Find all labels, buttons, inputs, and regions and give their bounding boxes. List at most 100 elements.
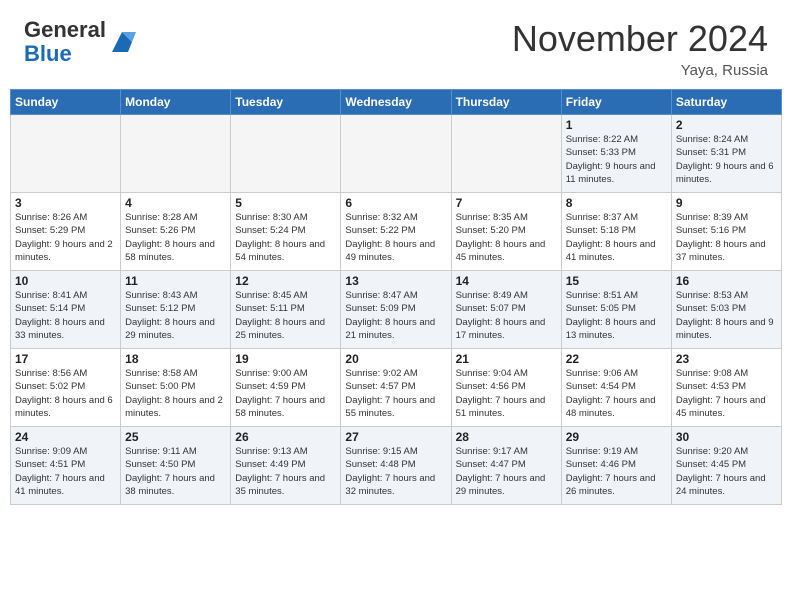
table-row: 23Sunrise: 9:08 AM Sunset: 4:53 PM Dayli…: [671, 349, 781, 427]
header-sunday: Sunday: [11, 90, 121, 115]
day-info: Sunrise: 8:51 AM Sunset: 5:05 PM Dayligh…: [566, 289, 667, 342]
logo-general: General: [24, 17, 106, 42]
table-row: 11Sunrise: 8:43 AM Sunset: 5:12 PM Dayli…: [121, 271, 231, 349]
day-info: Sunrise: 8:53 AM Sunset: 5:03 PM Dayligh…: [676, 289, 777, 342]
table-row: 1Sunrise: 8:22 AM Sunset: 5:33 PM Daylig…: [561, 115, 671, 193]
day-number: 5: [235, 196, 336, 210]
day-number: 10: [15, 274, 116, 288]
table-row: 6Sunrise: 8:32 AM Sunset: 5:22 PM Daylig…: [341, 193, 451, 271]
day-number: 15: [566, 274, 667, 288]
table-row: [11, 115, 121, 193]
day-info: Sunrise: 9:20 AM Sunset: 4:45 PM Dayligh…: [676, 445, 777, 498]
table-row: 5Sunrise: 8:30 AM Sunset: 5:24 PM Daylig…: [231, 193, 341, 271]
day-info: Sunrise: 9:02 AM Sunset: 4:57 PM Dayligh…: [345, 367, 446, 420]
day-number: 30: [676, 430, 777, 444]
day-info: Sunrise: 8:45 AM Sunset: 5:11 PM Dayligh…: [235, 289, 336, 342]
day-info: Sunrise: 9:09 AM Sunset: 4:51 PM Dayligh…: [15, 445, 116, 498]
table-row: 27Sunrise: 9:15 AM Sunset: 4:48 PM Dayli…: [341, 427, 451, 505]
table-row: 2Sunrise: 8:24 AM Sunset: 5:31 PM Daylig…: [671, 115, 781, 193]
table-row: 14Sunrise: 8:49 AM Sunset: 5:07 PM Dayli…: [451, 271, 561, 349]
table-row: 26Sunrise: 9:13 AM Sunset: 4:49 PM Dayli…: [231, 427, 341, 505]
day-info: Sunrise: 8:24 AM Sunset: 5:31 PM Dayligh…: [676, 133, 777, 186]
month-year: November 2024: [512, 18, 768, 60]
day-info: Sunrise: 8:58 AM Sunset: 5:00 PM Dayligh…: [125, 367, 226, 420]
calendar-table: Sunday Monday Tuesday Wednesday Thursday…: [10, 89, 782, 505]
day-number: 20: [345, 352, 446, 366]
day-info: Sunrise: 9:04 AM Sunset: 4:56 PM Dayligh…: [456, 367, 557, 420]
table-row: 15Sunrise: 8:51 AM Sunset: 5:05 PM Dayli…: [561, 271, 671, 349]
table-row: [231, 115, 341, 193]
day-number: 25: [125, 430, 226, 444]
table-row: 20Sunrise: 9:02 AM Sunset: 4:57 PM Dayli…: [341, 349, 451, 427]
header-monday: Monday: [121, 90, 231, 115]
day-number: 2: [676, 118, 777, 132]
day-number: 9: [676, 196, 777, 210]
table-row: [121, 115, 231, 193]
day-info: Sunrise: 8:43 AM Sunset: 5:12 PM Dayligh…: [125, 289, 226, 342]
table-row: 22Sunrise: 9:06 AM Sunset: 4:54 PM Dayli…: [561, 349, 671, 427]
day-number: 18: [125, 352, 226, 366]
table-row: 12Sunrise: 8:45 AM Sunset: 5:11 PM Dayli…: [231, 271, 341, 349]
header-saturday: Saturday: [671, 90, 781, 115]
day-info: Sunrise: 9:13 AM Sunset: 4:49 PM Dayligh…: [235, 445, 336, 498]
day-number: 11: [125, 274, 226, 288]
day-number: 13: [345, 274, 446, 288]
table-row: 17Sunrise: 8:56 AM Sunset: 5:02 PM Dayli…: [11, 349, 121, 427]
location: Yaya, Russia: [512, 62, 768, 79]
table-row: [341, 115, 451, 193]
day-info: Sunrise: 9:11 AM Sunset: 4:50 PM Dayligh…: [125, 445, 226, 498]
day-info: Sunrise: 9:19 AM Sunset: 4:46 PM Dayligh…: [566, 445, 667, 498]
day-info: Sunrise: 8:28 AM Sunset: 5:26 PM Dayligh…: [125, 211, 226, 264]
table-row: 29Sunrise: 9:19 AM Sunset: 4:46 PM Dayli…: [561, 427, 671, 505]
title-block: November 2024 Yaya, Russia: [512, 18, 768, 79]
day-number: 1: [566, 118, 667, 132]
day-info: Sunrise: 9:00 AM Sunset: 4:59 PM Dayligh…: [235, 367, 336, 420]
day-info: Sunrise: 9:15 AM Sunset: 4:48 PM Dayligh…: [345, 445, 446, 498]
table-row: 19Sunrise: 9:00 AM Sunset: 4:59 PM Dayli…: [231, 349, 341, 427]
day-number: 7: [456, 196, 557, 210]
day-number: 14: [456, 274, 557, 288]
table-row: 10Sunrise: 8:41 AM Sunset: 5:14 PM Dayli…: [11, 271, 121, 349]
calendar-header-row: Sunday Monday Tuesday Wednesday Thursday…: [11, 90, 782, 115]
calendar-week-row: 24Sunrise: 9:09 AM Sunset: 4:51 PM Dayli…: [11, 427, 782, 505]
day-info: Sunrise: 8:41 AM Sunset: 5:14 PM Dayligh…: [15, 289, 116, 342]
calendar-week-row: 10Sunrise: 8:41 AM Sunset: 5:14 PM Dayli…: [11, 271, 782, 349]
logo-icon: [108, 28, 136, 56]
header-thursday: Thursday: [451, 90, 561, 115]
day-info: Sunrise: 8:56 AM Sunset: 5:02 PM Dayligh…: [15, 367, 116, 420]
day-number: 12: [235, 274, 336, 288]
day-number: 19: [235, 352, 336, 366]
day-info: Sunrise: 8:39 AM Sunset: 5:16 PM Dayligh…: [676, 211, 777, 264]
header-wednesday: Wednesday: [341, 90, 451, 115]
day-number: 21: [456, 352, 557, 366]
calendar-week-row: 17Sunrise: 8:56 AM Sunset: 5:02 PM Dayli…: [11, 349, 782, 427]
day-info: Sunrise: 9:06 AM Sunset: 4:54 PM Dayligh…: [566, 367, 667, 420]
logo-blue: Blue: [24, 41, 72, 66]
header-friday: Friday: [561, 90, 671, 115]
page-header: General Blue November 2024 Yaya, Russia: [0, 0, 792, 89]
day-info: Sunrise: 9:17 AM Sunset: 4:47 PM Dayligh…: [456, 445, 557, 498]
day-info: Sunrise: 8:35 AM Sunset: 5:20 PM Dayligh…: [456, 211, 557, 264]
table-row: 16Sunrise: 8:53 AM Sunset: 5:03 PM Dayli…: [671, 271, 781, 349]
table-row: 28Sunrise: 9:17 AM Sunset: 4:47 PM Dayli…: [451, 427, 561, 505]
day-number: 17: [15, 352, 116, 366]
day-number: 27: [345, 430, 446, 444]
logo: General Blue: [24, 18, 136, 66]
table-row: 25Sunrise: 9:11 AM Sunset: 4:50 PM Dayli…: [121, 427, 231, 505]
table-row: [451, 115, 561, 193]
day-number: 3: [15, 196, 116, 210]
day-number: 26: [235, 430, 336, 444]
day-number: 23: [676, 352, 777, 366]
table-row: 4Sunrise: 8:28 AM Sunset: 5:26 PM Daylig…: [121, 193, 231, 271]
table-row: 18Sunrise: 8:58 AM Sunset: 5:00 PM Dayli…: [121, 349, 231, 427]
table-row: 30Sunrise: 9:20 AM Sunset: 4:45 PM Dayli…: [671, 427, 781, 505]
table-row: 24Sunrise: 9:09 AM Sunset: 4:51 PM Dayli…: [11, 427, 121, 505]
day-info: Sunrise: 8:22 AM Sunset: 5:33 PM Dayligh…: [566, 133, 667, 186]
header-tuesday: Tuesday: [231, 90, 341, 115]
day-number: 16: [676, 274, 777, 288]
day-info: Sunrise: 8:32 AM Sunset: 5:22 PM Dayligh…: [345, 211, 446, 264]
day-info: Sunrise: 8:49 AM Sunset: 5:07 PM Dayligh…: [456, 289, 557, 342]
calendar-week-row: 1Sunrise: 8:22 AM Sunset: 5:33 PM Daylig…: [11, 115, 782, 193]
day-number: 24: [15, 430, 116, 444]
calendar-week-row: 3Sunrise: 8:26 AM Sunset: 5:29 PM Daylig…: [11, 193, 782, 271]
